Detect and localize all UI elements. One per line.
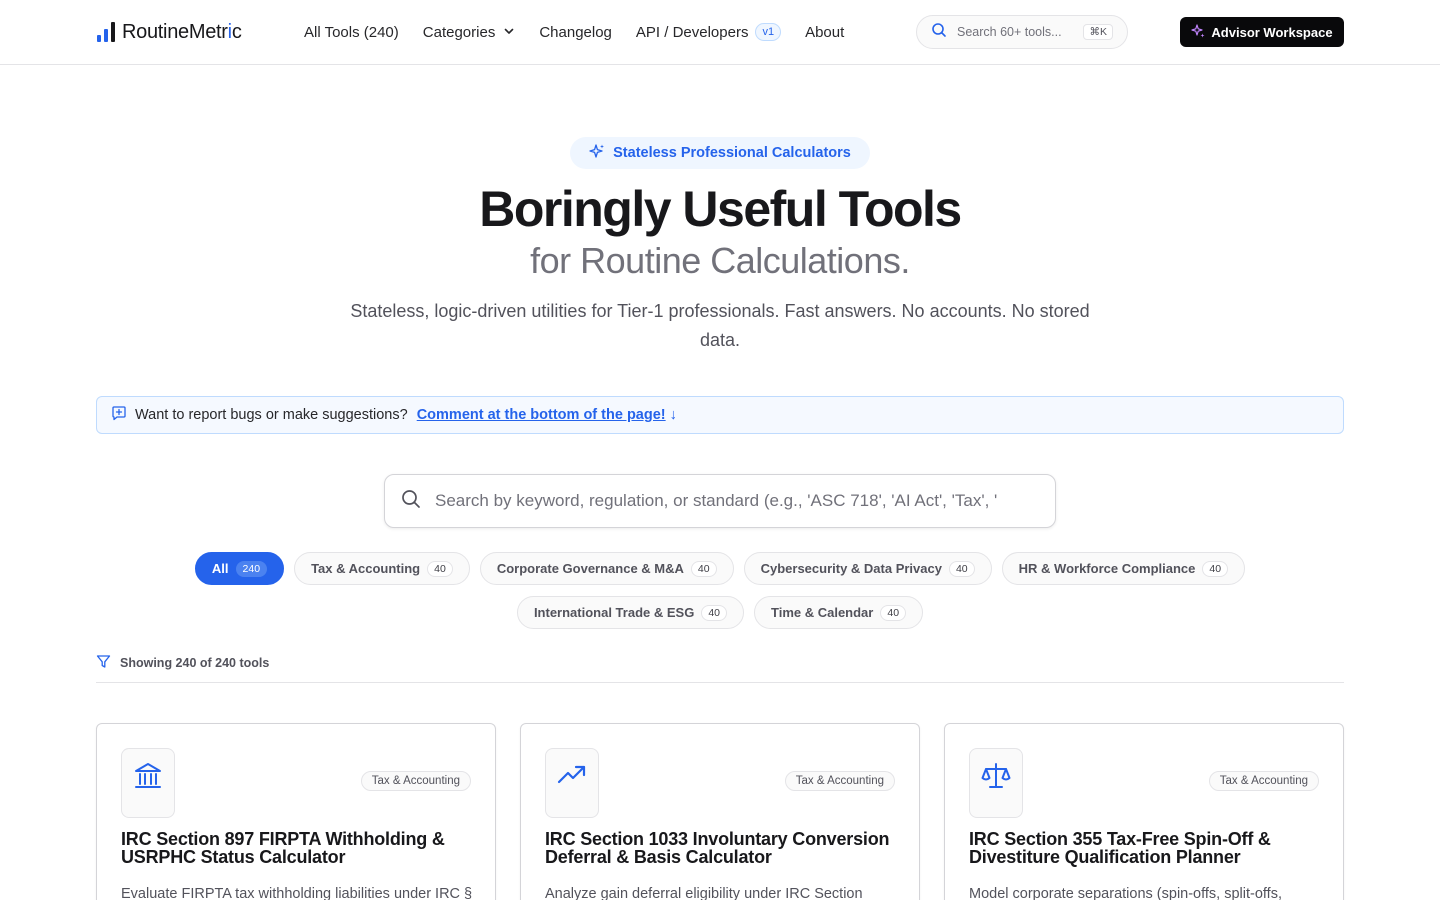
feedback-banner: Want to report bugs or make suggestions?… — [96, 396, 1344, 434]
filter-funnel-icon — [96, 654, 120, 672]
filter-count-badge: 40 — [701, 604, 727, 621]
nav-api-label: API / Developers — [635, 23, 749, 41]
tool-card[interactable]: Tax & Accounting IRC Section 355 Tax-Fre… — [944, 723, 1344, 900]
keyboard-shortcut-badge: ⌘K — [1083, 24, 1113, 40]
tool-card[interactable]: Tax & Accounting IRC Section 897 FIRPTA … — [96, 723, 496, 900]
hero-title: Boringly Useful Tools — [479, 181, 962, 237]
hero-pill-badge: Stateless Professional Calculators — [570, 137, 870, 169]
search-icon — [401, 489, 421, 514]
category-tag: Tax & Accounting — [360, 771, 471, 791]
feedback-banner-message: Want to report bugs or make suggestions? — [135, 407, 408, 423]
filter-count-badge: 40 — [948, 560, 975, 577]
tool-card-title: IRC Section 355 Tax-Free Spin-Off & Dive… — [969, 829, 1271, 867]
tool-card-description: Model corporate separations (spin-offs, … — [969, 886, 1282, 900]
bank-icon — [121, 748, 175, 818]
tool-card-title: IRC Section 1033 Involuntary Conversion … — [545, 829, 890, 867]
nav-api-developers[interactable]: API / Developers v1 — [635, 23, 782, 41]
tool-card[interactable]: Tax & Accounting IRC Section 1033 Involu… — [520, 723, 920, 900]
results-count: Showing 240 of 240 tools — [96, 654, 269, 672]
chevron-down-icon — [503, 24, 515, 41]
sparkles-icon — [1191, 23, 1211, 41]
filter-label: HR & Workforce Compliance — [1018, 561, 1196, 576]
nav-changelog[interactable]: Changelog — [539, 24, 612, 41]
scale-icon — [969, 748, 1023, 818]
nav-categories[interactable]: Categories — [423, 24, 516, 41]
filter-chip-all[interactable]: All 240 — [194, 552, 285, 585]
advisor-workspace-button[interactable]: Advisor Workspace — [1180, 17, 1344, 47]
filter-count-badge: 40 — [880, 604, 907, 621]
filter-label: Tax & Accounting — [311, 561, 421, 576]
tool-card-description: Analyze gain deferral eligibility under … — [545, 886, 863, 900]
nav-about[interactable]: About — [805, 24, 844, 41]
filter-chip-time-calendar[interactable]: Time & Calendar 40 — [754, 596, 924, 629]
advisor-workspace-label: Advisor Workspace — [1211, 24, 1333, 40]
nav-links: All Tools (240) Categories Changelog API… — [304, 20, 868, 44]
nav-search-button[interactable]: Search 60+ tools... ⌘K — [916, 15, 1128, 49]
filter-label: Cybersecurity & Data Privacy — [760, 561, 942, 576]
arrow-down-icon: ↓ — [669, 407, 677, 423]
filter-label: All — [211, 561, 229, 576]
category-tag: Tax & Accounting — [1208, 771, 1319, 791]
logo[interactable]: RoutineMetric — [97, 20, 242, 44]
trending-up-icon — [545, 748, 599, 818]
hero-pill-text: Stateless Professional Calculators — [613, 145, 851, 161]
logo-text: RoutineMetric — [122, 20, 242, 43]
filter-chip-international-trade[interactable]: International Trade & ESG 40 — [516, 596, 744, 629]
top-navbar: RoutineMetric All Tools (240) Categories… — [0, 0, 1440, 65]
divider — [96, 682, 1344, 683]
nav-about-label: About — [805, 23, 845, 41]
filter-chip-cybersecurity[interactable]: Cybersecurity & Data Privacy 40 — [743, 552, 992, 585]
filter-chip-tax-accounting[interactable]: Tax & Accounting 40 — [294, 552, 470, 585]
tool-search-input[interactable] — [435, 491, 1025, 511]
hero-lead: Stateless, logic-driven utilities for Ti… — [350, 301, 1090, 350]
filter-count-badge: 40 — [1202, 560, 1229, 577]
results-count-text: Showing 240 of 240 tools — [120, 656, 270, 670]
nav-search-placeholder: Search 60+ tools... — [957, 25, 1062, 39]
search-icon — [931, 22, 947, 43]
message-square-plus-icon — [111, 405, 127, 425]
sparkles-icon — [589, 143, 613, 163]
filter-label: International Trade & ESG — [533, 605, 695, 620]
filter-count-badge: 40 — [690, 560, 717, 577]
logo-bars-icon — [97, 22, 115, 42]
filter-chip-corporate-governance[interactable]: Corporate Governance & M&A 40 — [479, 552, 734, 585]
tool-card-title: IRC Section 897 FIRPTA Withholding & USR… — [121, 829, 445, 867]
tool-card-description: Evaluate FIRPTA tax withholding liabilit… — [121, 886, 473, 900]
tool-search-box — [384, 474, 1056, 528]
feedback-comment-link[interactable]: Comment at the bottom of the page! — [417, 407, 666, 423]
filter-label: Time & Calendar — [771, 605, 874, 620]
filter-count-badge: 240 — [235, 560, 268, 577]
nav-categories-label: Categories — [422, 23, 496, 41]
filter-label: Corporate Governance & M&A — [496, 561, 684, 576]
filter-chip-hr-workforce[interactable]: HR & Workforce Compliance 40 — [1001, 552, 1246, 585]
category-filters: All 240 Tax & Accounting 40 Corporate Gove… — [160, 552, 1280, 629]
hero-subtitle: for Routine Calculations. — [530, 240, 910, 281]
nav-changelog-label: Changelog — [539, 23, 612, 41]
api-version-badge: v1 — [755, 23, 782, 41]
nav-all-tools[interactable]: All Tools (240) — [304, 24, 399, 41]
filter-count-badge: 40 — [427, 560, 453, 577]
category-tag: Tax & Accounting — [784, 771, 895, 791]
nav-all-tools-label: All Tools (240) — [304, 23, 399, 41]
